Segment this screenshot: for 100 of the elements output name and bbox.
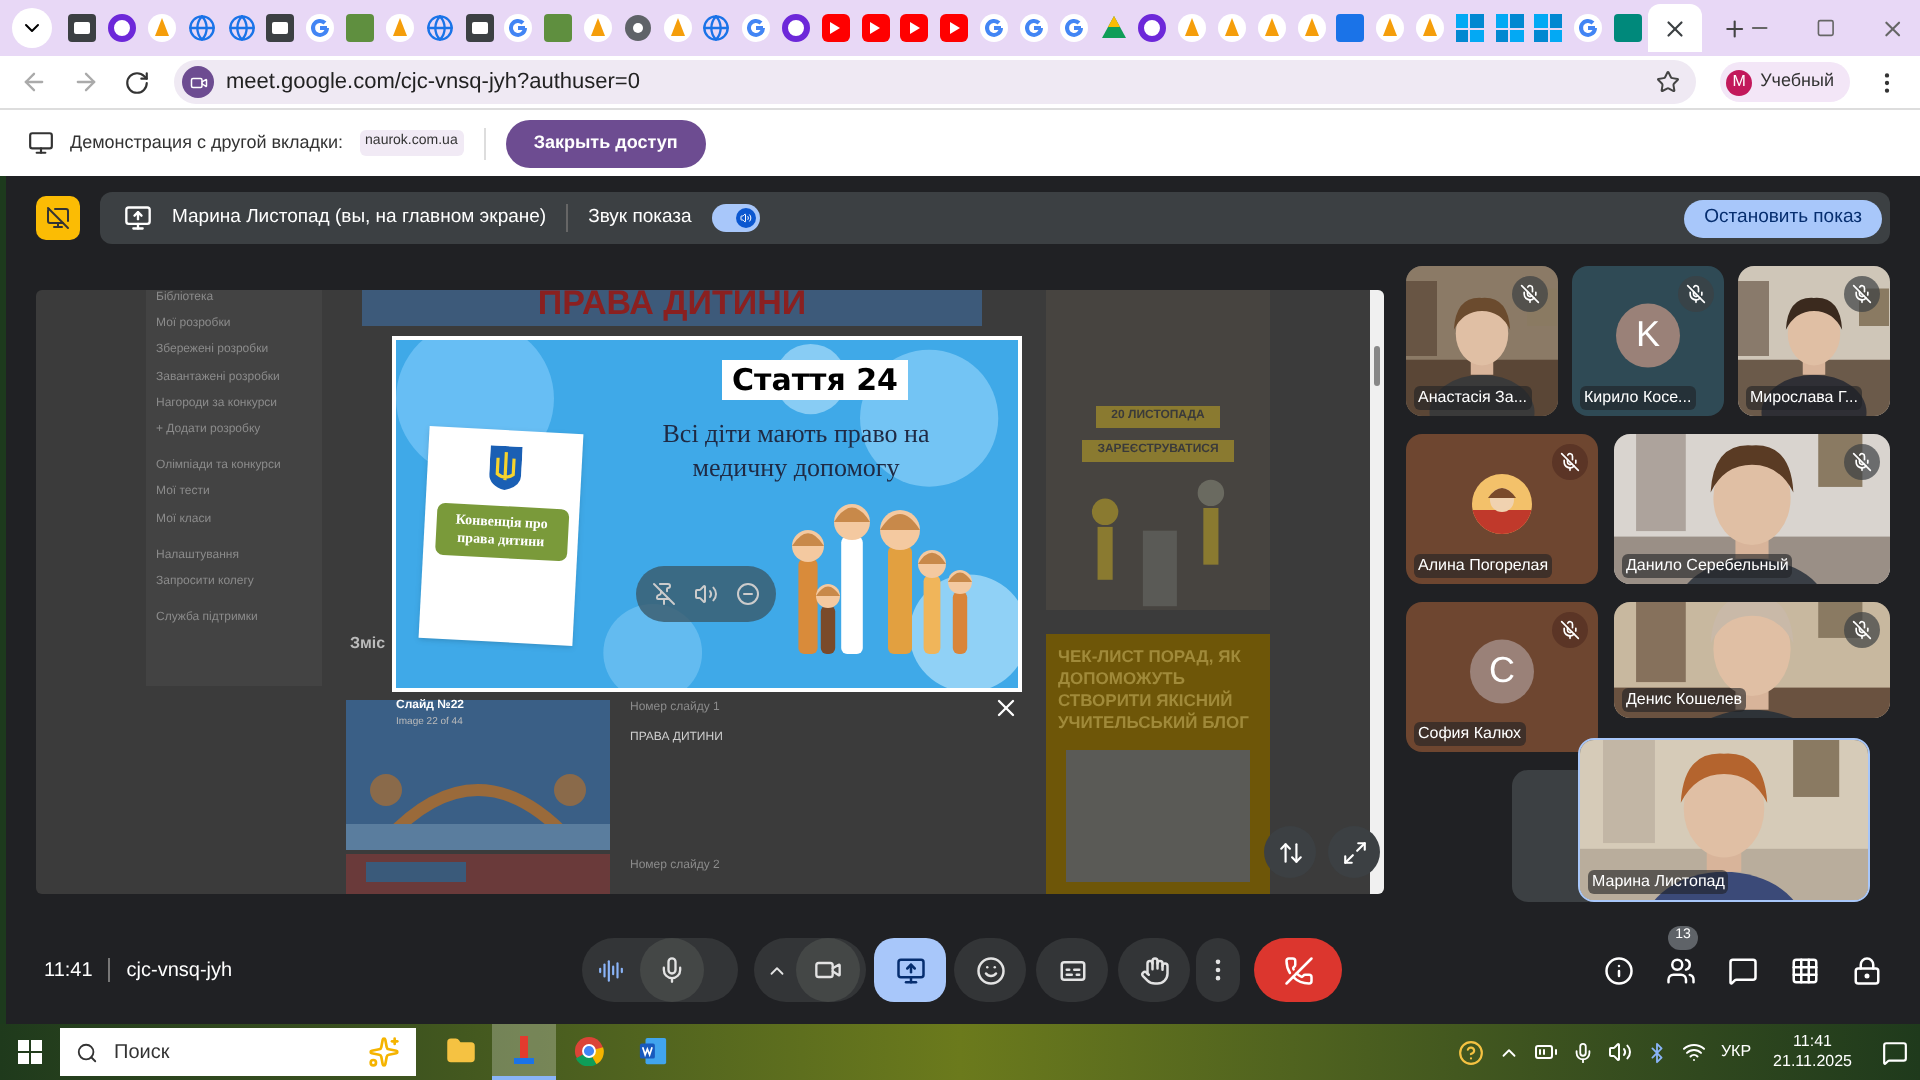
present-indicator-icon[interactable]: [36, 196, 80, 240]
taskbar-app[interactable]: [492, 1024, 556, 1080]
notifications-icon[interactable]: [1882, 1039, 1908, 1065]
swap-icon: [1277, 839, 1303, 865]
raise-hand-button[interactable]: [1118, 938, 1191, 1002]
hand-icon: [1139, 955, 1170, 985]
battery-icon[interactable]: [1534, 1040, 1559, 1064]
reactions-button[interactable]: [954, 938, 1027, 1002]
search-icon: [76, 1041, 98, 1063]
tab-search-button[interactable]: [12, 8, 52, 48]
g-favicon-icon: [306, 14, 335, 42]
circle-favicon-icon: [782, 14, 811, 42]
clock[interactable]: 11:41 21.11.2025: [1773, 1032, 1852, 1072]
fullscreen-button[interactable]: [1328, 826, 1380, 878]
participant-tile[interactable]: Данило Серебельный: [1614, 434, 1890, 584]
image-favicon-icon: [465, 14, 494, 42]
camera-button[interactable]: [796, 938, 861, 1002]
search-field[interactable]: Поиск: [60, 1028, 416, 1076]
circle-favicon-icon: [1138, 14, 1167, 42]
audio-level-icon: [598, 957, 625, 983]
scrollbar[interactable]: [1370, 290, 1384, 894]
activities-icon[interactable]: [1790, 955, 1820, 985]
participant-tile[interactable]: Мирослава Г...: [1738, 266, 1890, 416]
maximize-icon[interactable]: [1815, 18, 1835, 38]
cone-favicon-icon: [583, 14, 612, 42]
new-tab-icon[interactable]: [1722, 15, 1749, 41]
reload-icon[interactable]: [124, 69, 150, 95]
sharing-label: Демонстрация с другой вкладки:: [70, 129, 344, 156]
host-controls-icon[interactable]: [1852, 955, 1882, 985]
image-favicon-icon: [544, 14, 573, 42]
leave-call-button[interactable]: [1254, 938, 1343, 1002]
volume-icon[interactable]: [1608, 1040, 1633, 1064]
language-indicator[interactable]: УКР: [1720, 1040, 1752, 1064]
address-bar[interactable]: meet.google.com/cjc-vnsq-jyh?authuser=0: [174, 60, 1697, 104]
microphone-icon[interactable]: [1572, 1041, 1595, 1063]
g-favicon-icon: [742, 14, 771, 42]
present-button[interactable]: [874, 938, 947, 1002]
speaker-icon: [739, 212, 752, 224]
g-favicon-icon: [1574, 14, 1603, 42]
participant-name: София Калюх: [1414, 722, 1526, 746]
stop-presenting-button[interactable]: Остановить показ: [1684, 199, 1882, 237]
screen-share-icon: [28, 130, 54, 156]
close-tab-icon[interactable]: [1662, 15, 1689, 41]
g-favicon-icon: [980, 14, 1009, 42]
people-icon[interactable]: [1666, 955, 1696, 985]
grid-favicon-icon: [1534, 14, 1563, 42]
participant-tile[interactable]: Анастасія За...: [1406, 266, 1558, 416]
image-favicon-icon: [1614, 14, 1643, 42]
meeting-info-icon[interactable]: [1604, 955, 1634, 985]
chrome-icon: [573, 1035, 603, 1065]
swap-button[interactable]: [1264, 826, 1316, 878]
avatar-initial: K: [1616, 302, 1680, 367]
participant-name: Мирослава Г...: [1746, 386, 1863, 410]
avatar-initial: C: [1470, 638, 1534, 703]
bluetooth-icon[interactable]: [1646, 1041, 1669, 1063]
emblem-icon: [487, 445, 522, 491]
mic-button[interactable]: [640, 938, 705, 1002]
participant-name: Денис Кошелев: [1622, 688, 1747, 712]
sound-toggle[interactable]: [711, 204, 760, 232]
cone-favicon-icon: [1178, 14, 1207, 42]
meeting-code: cjc-vnsq-jyh: [126, 957, 233, 985]
site-info-icon: [182, 66, 214, 98]
windows-logo-icon: [18, 1040, 42, 1064]
sound-label: Звук показа: [588, 203, 692, 232]
pin-off-icon[interactable]: [652, 582, 677, 606]
chat-icon[interactable]: [1728, 955, 1758, 985]
present-icon: [895, 955, 926, 985]
image-favicon-icon: [346, 14, 375, 42]
close-icon[interactable]: [992, 694, 1020, 722]
bookmark-star-icon[interactable]: [1656, 70, 1681, 94]
forward-icon[interactable]: [72, 68, 100, 96]
self-name: Марина Листопад: [1588, 870, 1729, 894]
profile-button[interactable]: M Учебный: [1720, 62, 1850, 102]
back-icon[interactable]: [20, 68, 48, 96]
g-favicon-icon: [1019, 14, 1048, 42]
article-title: Стаття 24: [722, 360, 908, 400]
cone-favicon-icon: [663, 14, 692, 42]
image-favicon-icon: [68, 14, 97, 42]
expand-icon: [1341, 839, 1367, 865]
banner-title: ПРАВА ДИТИНИ: [537, 290, 807, 326]
cone-favicon-icon: [1297, 14, 1326, 42]
cone-favicon-icon: [1416, 14, 1445, 42]
folder-icon: [445, 1035, 475, 1065]
help-icon[interactable]: [1458, 1039, 1485, 1065]
cone-favicon-icon: [1217, 14, 1246, 42]
g-favicon-icon: [1059, 14, 1088, 42]
captions-button[interactable]: [1036, 938, 1109, 1002]
participant-name: Анастасія За...: [1414, 386, 1532, 410]
participant-tile[interactable]: K Кирило Косе...: [1572, 266, 1724, 416]
play-favicon-icon: [900, 14, 929, 42]
cone-favicon-icon: [148, 14, 177, 42]
participant-tile[interactable]: Денис Кошелев: [1614, 602, 1890, 718]
browser-tab[interactable]: [1648, 4, 1703, 52]
remove-icon[interactable]: [735, 582, 760, 606]
sparkle-icon: [368, 1036, 400, 1068]
participant-tile[interactable]: C София Калюх: [1406, 602, 1598, 752]
cone-favicon-icon: [1376, 14, 1405, 42]
cone-favicon-icon: [1257, 14, 1286, 42]
participant-tile[interactable]: Алина Погорелая: [1406, 434, 1598, 584]
stop-sharing-button[interactable]: Закрыть доступ: [505, 119, 706, 167]
